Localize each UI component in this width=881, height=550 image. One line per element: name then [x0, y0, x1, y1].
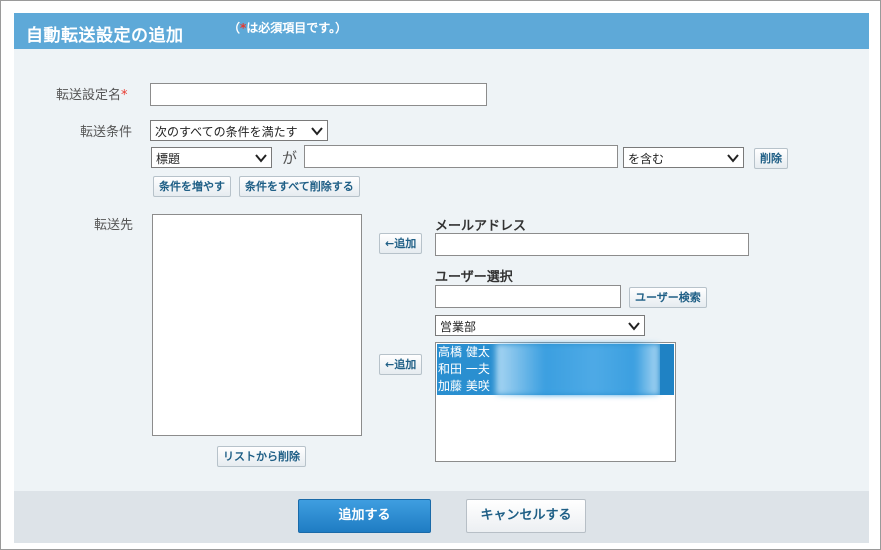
cancel-button[interactable]: キャンセルする — [466, 499, 586, 533]
dialog-header: 自動転送設定の追加 （*は必須項目です。） — [14, 13, 869, 49]
window-frame: 自動転送設定の追加 （*は必須項目です。） 転送設定名* 転送条件 次のすべての… — [0, 0, 881, 550]
match-type-select[interactable]: 次のすべての条件を満たす — [150, 120, 328, 141]
chevron-down-icon — [727, 154, 739, 163]
required-note-open: （ — [228, 21, 241, 35]
condition-operator-select[interactable]: を含む — [623, 147, 744, 168]
rule-name-input[interactable] — [150, 83, 487, 106]
required-note: （*は必須項目です。） — [228, 19, 347, 36]
delete-condition-button[interactable]: 削除 — [754, 148, 788, 169]
group-select-value: 営業部 — [440, 320, 477, 334]
chevron-down-icon — [255, 154, 267, 163]
chevron-down-icon — [628, 322, 640, 331]
user-select-label: ユーザー選択 — [435, 270, 513, 285]
condition-operator-select-value: を含む — [628, 152, 665, 166]
group-select[interactable]: 営業部 — [435, 315, 645, 336]
match-type-select-value: 次のすべての条件を満たす — [155, 125, 298, 139]
user-option-label: 高橋 健太 — [438, 345, 491, 359]
rule-name-label-text: 転送設定名 — [56, 88, 122, 103]
email-input[interactable] — [435, 233, 749, 256]
user-search-input[interactable] — [435, 285, 621, 308]
rule-name-label: 転送設定名* — [56, 84, 128, 103]
submit-button[interactable]: 追加する — [298, 499, 431, 533]
blurred-region — [496, 344, 659, 395]
required-note-text: は必須項目です。） — [246, 21, 348, 35]
add-user-button[interactable]: ←追加 — [379, 354, 423, 375]
add-condition-button[interactable]: 条件を増やす — [153, 176, 231, 197]
user-option-label: 和田 一夫 — [438, 362, 491, 376]
remove-from-list-button[interactable]: リストから削除 — [217, 446, 306, 467]
destination-label: 転送先 — [94, 218, 134, 233]
condition-value-input[interactable] — [304, 145, 618, 168]
conditions-label: 転送条件 — [80, 125, 133, 140]
user-search-button[interactable]: ユーザー検索 — [629, 287, 707, 308]
email-label: メールアドレス — [435, 219, 527, 234]
user-list-scrollbar[interactable] — [660, 344, 674, 395]
user-list[interactable]: 高橋 健太 和田 一夫 加藤 美咲 — [435, 342, 676, 462]
chevron-down-icon — [311, 127, 323, 136]
add-email-button[interactable]: ←追加 — [379, 233, 423, 254]
condition-field-select[interactable]: 標題 — [151, 147, 272, 168]
destination-list[interactable] — [152, 214, 362, 436]
user-option-label: 加藤 美咲 — [438, 379, 491, 393]
add-forward-dialog: 自動転送設定の追加 （*は必須項目です。） 転送設定名* 転送条件 次のすべての… — [14, 13, 869, 543]
condition-connector: が — [282, 149, 298, 167]
required-star-icon: * — [121, 88, 128, 103]
dialog-title: 自動転送設定の追加 — [26, 26, 184, 46]
dialog-footer: 追加する キャンセルする — [14, 491, 869, 543]
condition-field-select-value: 標題 — [156, 152, 181, 166]
delete-all-conditions-button[interactable]: 条件をすべて削除する — [239, 176, 360, 197]
